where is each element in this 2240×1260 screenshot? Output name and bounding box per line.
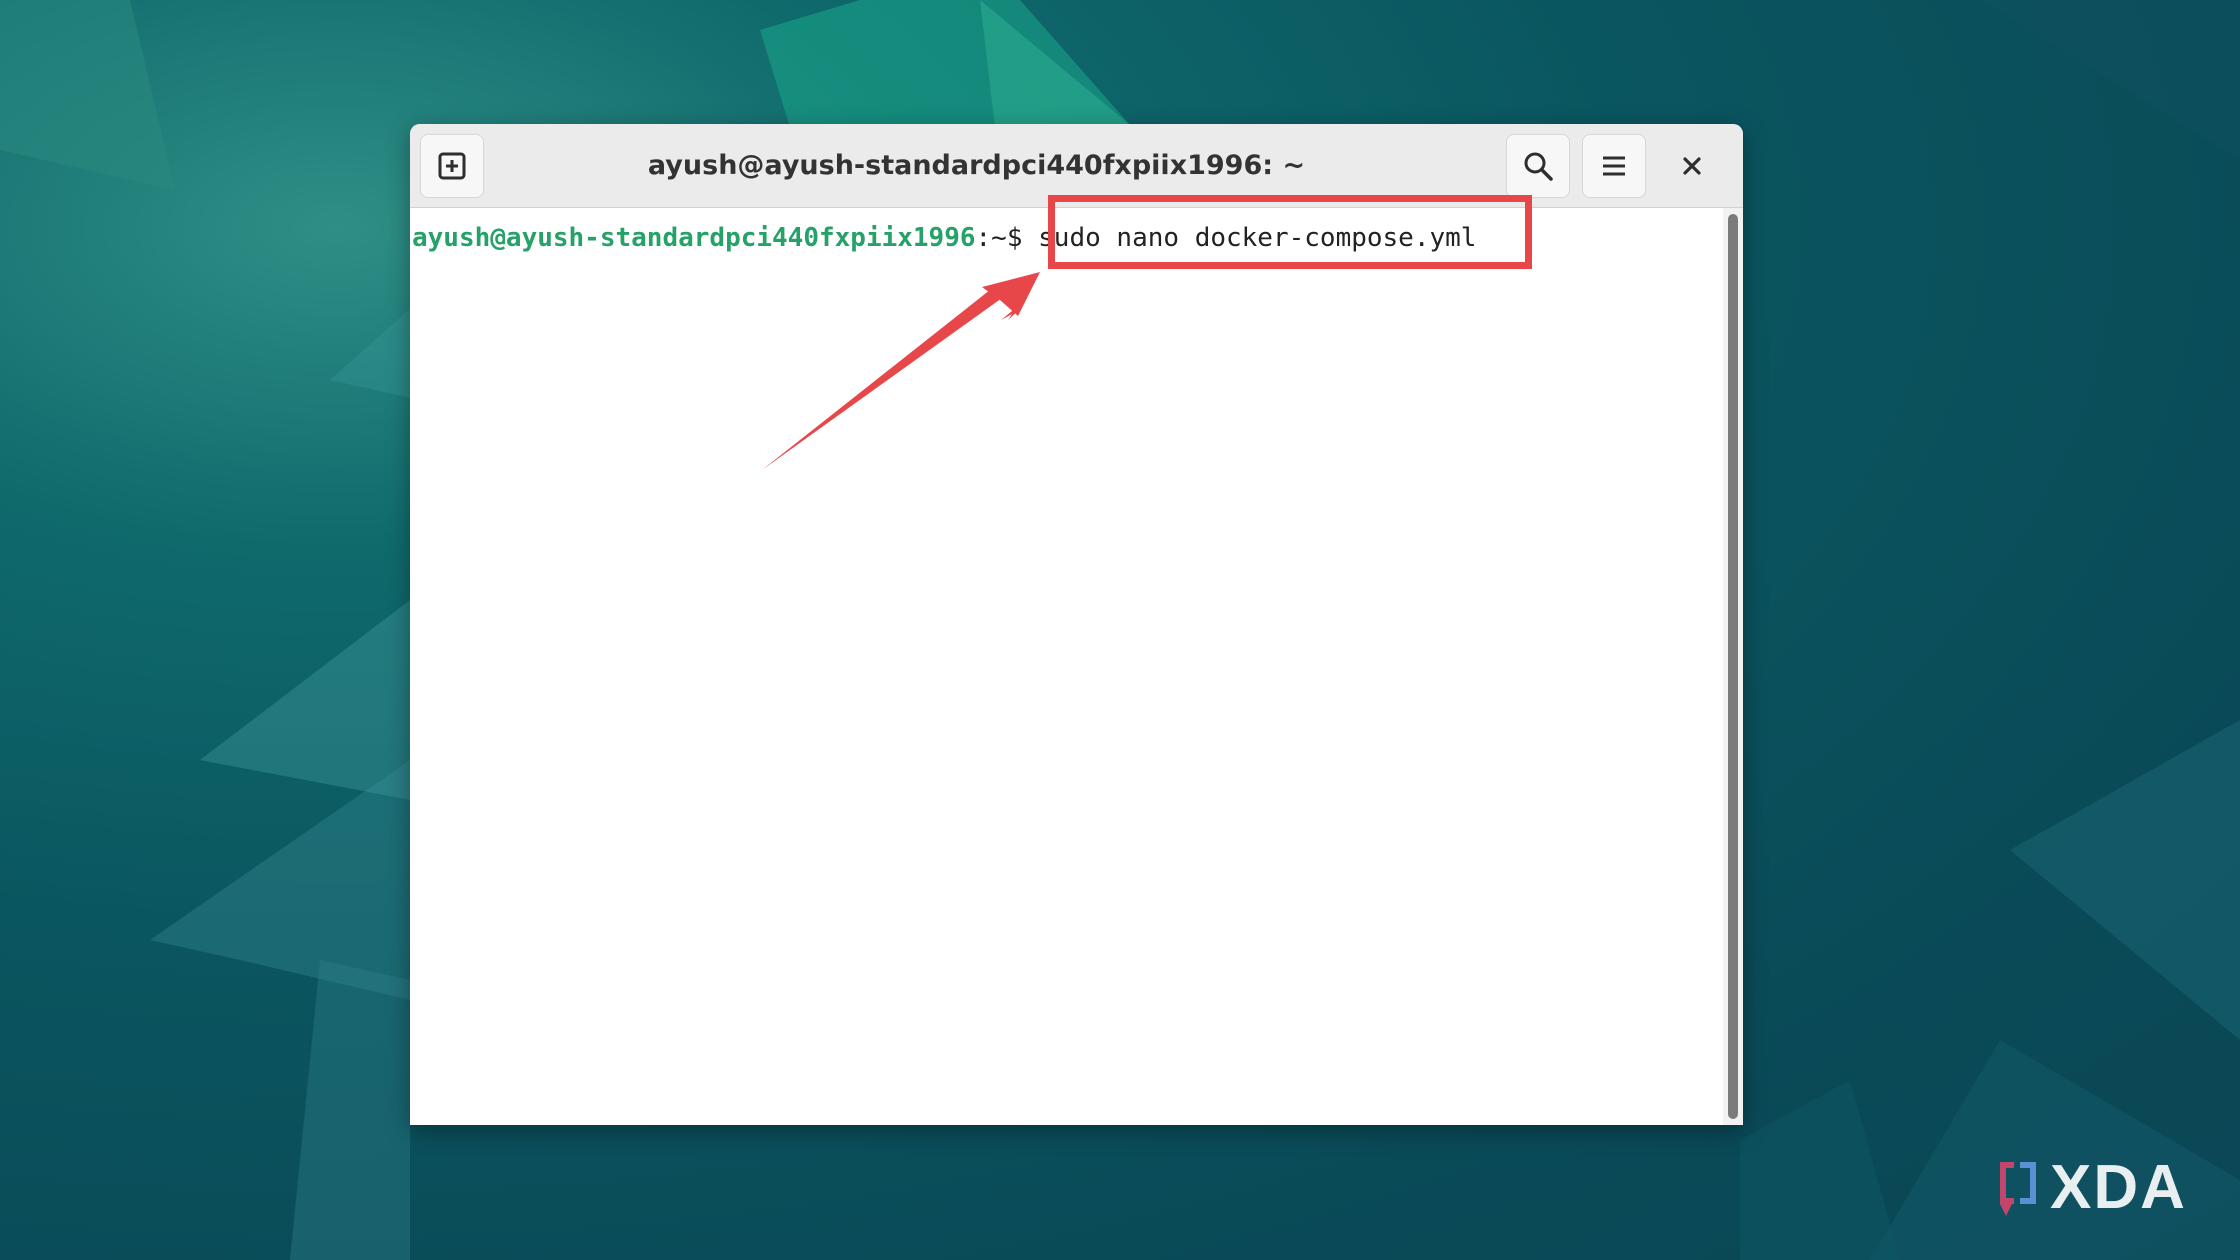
desktop-background: ayush@ayush-standardpci440fxpiix1996: ~: [0, 0, 2240, 1260]
xda-logo-icon: [2000, 1162, 2036, 1216]
annotation-arrow-icon: [762, 272, 1040, 470]
xda-brand-text: XDA: [2050, 1152, 2187, 1222]
xda-watermark: XDA: [1992, 1152, 2212, 1222]
